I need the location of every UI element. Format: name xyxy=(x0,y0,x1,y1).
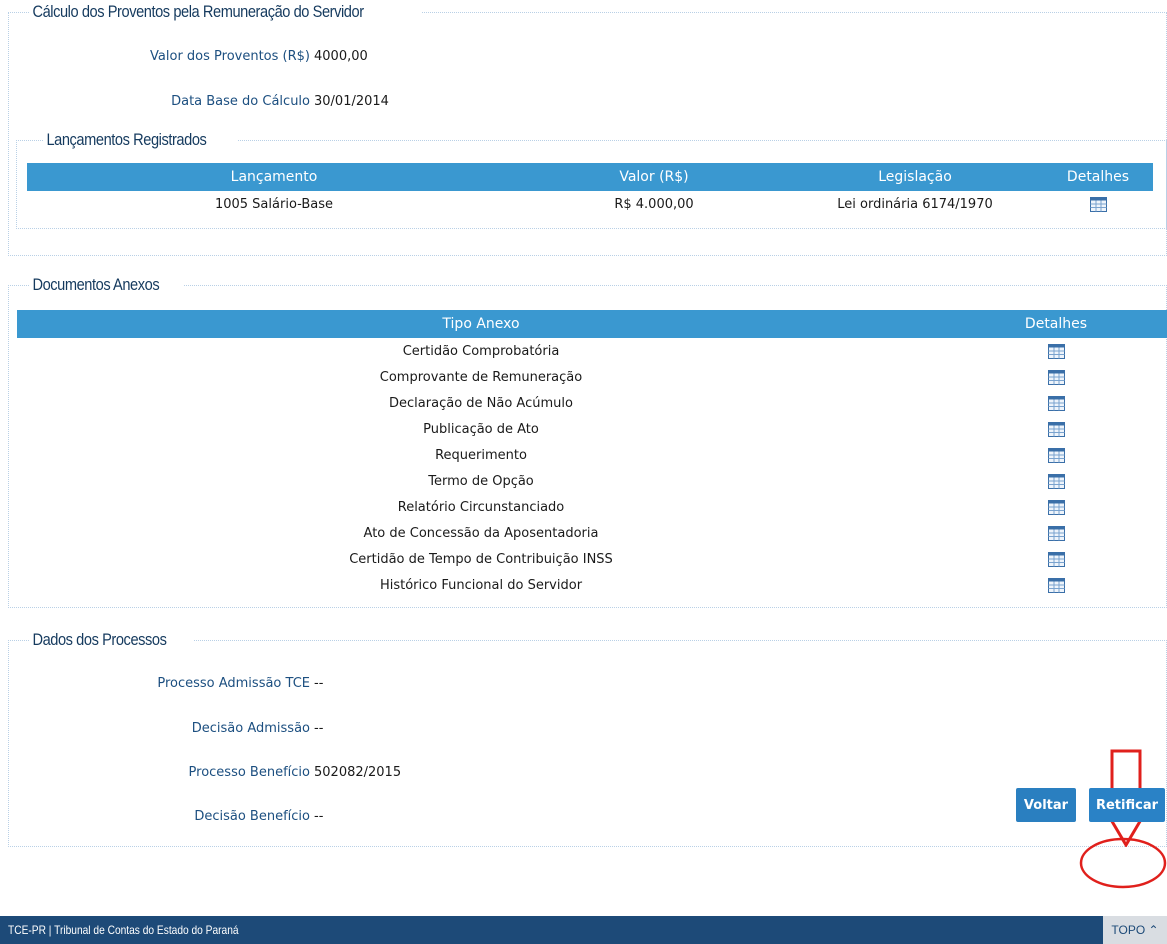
retificar-button[interactable]: Retificar xyxy=(1089,788,1165,822)
data-base-value: 30/01/2014 xyxy=(314,94,389,109)
legislacao-cell: Lei ordinária 6174/1970 xyxy=(837,196,993,212)
grid-details-icon[interactable] xyxy=(1047,525,1065,541)
table-row: Termo de Opção xyxy=(17,468,1167,494)
lancamento-cell: 1005 Salário-Base xyxy=(214,196,334,212)
detalhes-cell xyxy=(945,390,1167,416)
table-row: Relatório Circunstanciado xyxy=(17,494,1167,520)
detalhes-cell xyxy=(945,494,1167,520)
processo-admissao-value: -- xyxy=(314,676,324,691)
tipo-anexo-cell: Declaração de Não Acúmulo xyxy=(389,395,573,411)
detalhes-cell xyxy=(945,468,1167,494)
lancamentos-legend: Lançamentos Registrados xyxy=(46,130,207,149)
detalhes-cell xyxy=(945,546,1167,572)
tipo-anexo-cell: Termo de Opção xyxy=(428,473,534,489)
table-row: Declaração de Não Acúmulo xyxy=(17,390,1167,416)
valor-proventos-label: Valor dos Proventos (R$) xyxy=(150,49,310,64)
tipo-anexo-cell: Relatório Circunstanciado xyxy=(397,499,565,515)
processos-legend: Dados dos Processos xyxy=(32,630,167,649)
tipo-anexo-cell: Certidão Comprobatória xyxy=(402,343,560,359)
table-row: Ato de Concessão da Aposentadoria xyxy=(17,520,1167,546)
tipo-anexo-cell: Requerimento xyxy=(435,447,527,463)
grid-details-icon[interactable] xyxy=(1047,577,1065,593)
valor-proventos-value: 4000,00 xyxy=(314,49,368,64)
data-base-label: Data Base do Cálculo xyxy=(171,94,310,109)
grid-details-icon[interactable] xyxy=(1089,196,1107,212)
processos-fieldset: Dados dos Processos xyxy=(8,630,1167,847)
col-detalhes-anexo: Detalhes xyxy=(945,310,1167,338)
grid-details-icon[interactable] xyxy=(1047,343,1065,359)
footer-text: TCE-PR | Tribunal de Contas do Estado do… xyxy=(8,923,239,937)
detalhes-cell xyxy=(945,338,1167,364)
tipo-anexo-cell: Histórico Funcional do Servidor xyxy=(379,577,583,593)
col-tipo-anexo: Tipo Anexo xyxy=(17,310,945,338)
footer-bar: TCE-PR | Tribunal de Contas do Estado do… xyxy=(0,916,1167,944)
detalhes-cell xyxy=(945,520,1167,546)
table-row: Histórico Funcional do Servidor xyxy=(17,572,1167,598)
col-detalhes: Detalhes xyxy=(1043,163,1153,191)
topo-button[interactable]: TOPO ⌃ xyxy=(1103,916,1167,944)
table-row: Requerimento xyxy=(17,442,1167,468)
calculo-legend: Cálculo dos Proventos pela Remuneração d… xyxy=(32,2,364,21)
detalhes-cell xyxy=(945,572,1167,598)
tipo-anexo-cell: Comprovante de Remuneração xyxy=(379,369,583,385)
grid-details-icon[interactable] xyxy=(1047,551,1065,567)
table-row: Certidão Comprobatória xyxy=(17,338,1167,364)
detalhes-cell xyxy=(945,442,1167,468)
documentos-legend: Documentos Anexos xyxy=(32,275,160,294)
documentos-table: Tipo Anexo Detalhes Certidão Comprobatór… xyxy=(17,310,1167,598)
col-legislacao: Legislação xyxy=(787,163,1043,191)
lancamentos-table: Lançamento Valor (R$) Legislação Detalhe… xyxy=(27,163,1153,217)
decisao-admissao-label: Decisão Admissão xyxy=(191,721,310,736)
valor-cell: R$ 4.000,00 xyxy=(614,196,694,212)
table-row: Comprovante de Remuneração xyxy=(17,364,1167,390)
table-row: Publicação de Ato xyxy=(17,416,1167,442)
processo-beneficio-value: 502082/2015 xyxy=(314,765,402,780)
processo-admissao-label: Processo Admissão TCE xyxy=(157,676,310,691)
processo-beneficio-label: Processo Benefício xyxy=(188,765,310,780)
detalhes-cell xyxy=(945,416,1167,442)
decisao-admissao-value: -- xyxy=(314,721,324,736)
grid-details-icon[interactable] xyxy=(1047,499,1065,515)
detalhes-cell xyxy=(1043,191,1153,217)
voltar-button[interactable]: Voltar xyxy=(1016,788,1076,822)
table-row: Certidão de Tempo de Contribuição INSS xyxy=(17,546,1167,572)
col-valor: Valor (R$) xyxy=(521,163,787,191)
grid-details-icon[interactable] xyxy=(1047,473,1065,489)
tipo-anexo-cell: Certidão de Tempo de Contribuição INSS xyxy=(349,551,613,567)
detalhes-cell xyxy=(945,364,1167,390)
grid-details-icon[interactable] xyxy=(1047,421,1065,437)
grid-details-icon[interactable] xyxy=(1047,447,1065,463)
tipo-anexo-cell: Publicação de Ato xyxy=(423,421,539,437)
tipo-anexo-cell: Ato de Concessão da Aposentadoria xyxy=(363,525,599,541)
decisao-beneficio-label: Decisão Benefício xyxy=(194,809,310,824)
grid-details-icon[interactable] xyxy=(1047,369,1065,385)
decisao-beneficio-value: -- xyxy=(314,809,324,824)
table-row: 1005 Salário-Base R$ 4.000,00 Lei ordiná… xyxy=(27,191,1153,217)
grid-details-icon[interactable] xyxy=(1047,395,1065,411)
col-lancamento: Lançamento xyxy=(27,163,521,191)
